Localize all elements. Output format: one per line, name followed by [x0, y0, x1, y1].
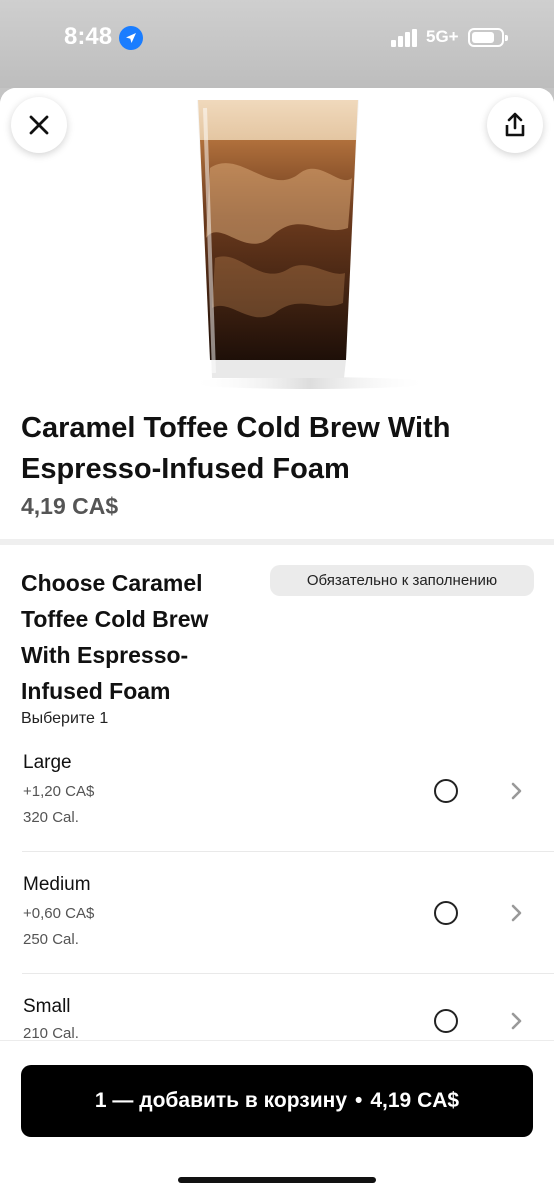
battery-icon	[468, 28, 508, 47]
share-button[interactable]	[487, 97, 543, 153]
add-to-cart-label: 1 — добавить в корзину	[94, 1089, 347, 1112]
radio-button[interactable]	[434, 779, 458, 803]
add-to-cart-price: 4,19 CA$	[370, 1089, 460, 1112]
option-divider	[22, 851, 554, 852]
required-badge: Обязательно к заполнению	[270, 565, 534, 596]
chevron-right-icon[interactable]	[508, 780, 524, 802]
bottom-bar: 1 — добавить в корзину • 4,19 CA$	[0, 1040, 554, 1200]
choose-hint: Выберите 1	[21, 710, 109, 727]
product-sheet: Caramel Toffee Cold Brew With Espresso-I…	[0, 88, 554, 1200]
option-price: +0,60 CA$	[23, 905, 95, 922]
option-name: Large	[23, 752, 72, 773]
option-name: Medium	[23, 874, 91, 895]
share-icon	[505, 112, 525, 137]
section-divider	[0, 539, 554, 545]
location-arrow-icon	[119, 26, 143, 50]
home-indicator	[178, 1177, 376, 1183]
option-divider	[22, 973, 554, 974]
option-calories: 320 Cal.	[23, 809, 79, 826]
network-label: 5G+	[426, 27, 459, 46]
status-bar: 8:48 5G+	[0, 0, 554, 88]
add-to-cart-button[interactable]: 1 — добавить в корзину • 4,19 CA$	[21, 1065, 533, 1137]
product-price: 4,19 CA$	[21, 493, 119, 519]
product-title: Caramel Toffee Cold Brew With Espresso-I…	[21, 412, 451, 485]
option-price: +1,20 CA$	[23, 783, 95, 800]
product-image	[0, 88, 554, 390]
radio-button[interactable]	[434, 901, 458, 925]
option-medium[interactable]: Medium +0,60 CA$ 250 Cal.	[0, 862, 554, 984]
chevron-right-icon[interactable]	[508, 1010, 524, 1032]
option-group-title: Choose Caramel Toffee Cold Brew With Esp…	[21, 570, 209, 704]
radio-button[interactable]	[434, 1009, 458, 1033]
option-name: Small	[23, 996, 71, 1017]
option-large[interactable]: Large +1,20 CA$ 320 Cal.	[0, 740, 554, 862]
clock: 8:48	[64, 23, 113, 50]
close-button[interactable]	[11, 97, 67, 153]
close-icon	[29, 115, 49, 135]
option-calories: 250 Cal.	[23, 931, 79, 948]
chevron-right-icon[interactable]	[508, 902, 524, 924]
signal-icon	[391, 29, 419, 47]
separator-dot: •	[355, 1089, 363, 1112]
